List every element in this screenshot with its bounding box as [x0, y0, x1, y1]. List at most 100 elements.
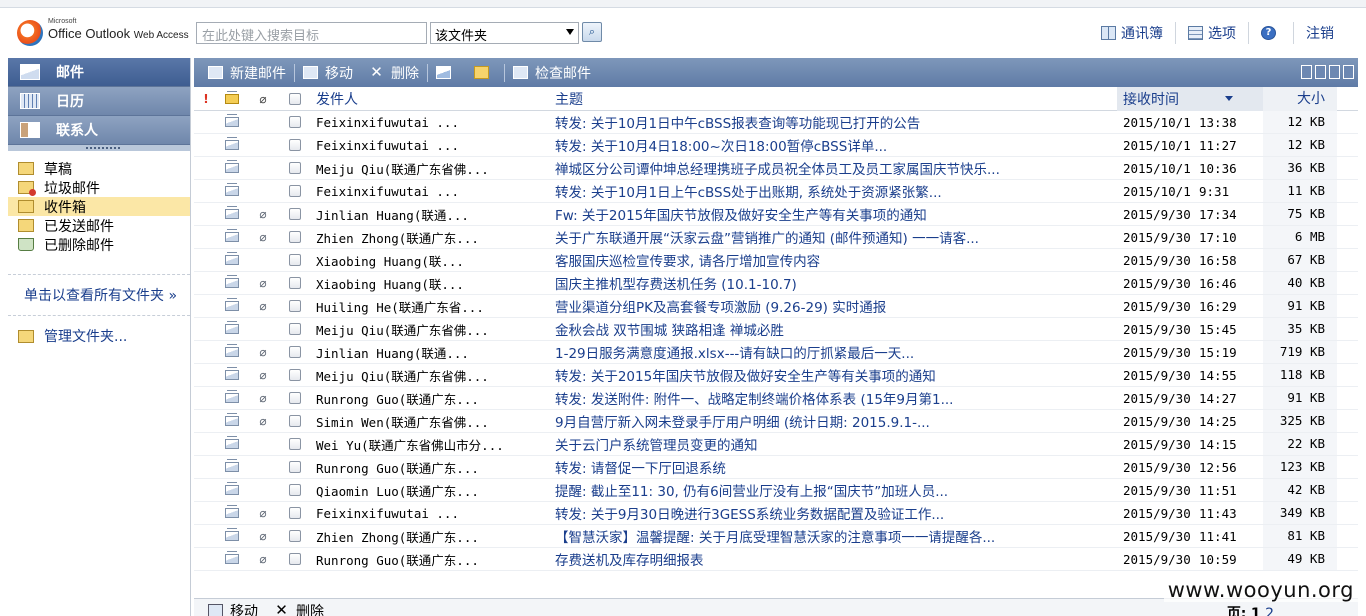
row-checkbox[interactable]: [280, 116, 310, 128]
row-checkbox[interactable]: [280, 392, 310, 404]
message-subject[interactable]: 转发: 关于2015年国庆节放假及做好安全生产等有关事项的通知: [551, 365, 1117, 385]
addressbook-link[interactable]: 通讯簿: [1089, 22, 1175, 44]
bottom-delete-button[interactable]: ✕ 删除: [266, 599, 332, 616]
next-page-icon[interactable]: [1329, 65, 1340, 79]
options-link[interactable]: 选项: [1175, 22, 1248, 44]
message-row[interactable]: Meiju Qiu(联通广东省佛... 禅城区分公司谭仲坤总经理携班子成员祝全体员…: [194, 157, 1358, 180]
message-sender[interactable]: Jinlian Huang(联通...: [310, 343, 551, 362]
folder-deleted[interactable]: 已删除邮件: [8, 235, 190, 254]
new-mail-button[interactable]: 新建邮件: [200, 58, 294, 87]
message-sender[interactable]: Jinlian Huang(联通...: [310, 205, 551, 224]
column-subject[interactable]: 主题: [551, 89, 1117, 109]
message-row[interactable]: Wei Yu(联通广东省佛山市分... 关于云门户系统管理员变更的通知 2015/9…: [194, 433, 1358, 456]
message-row[interactable]: ⌀ Jinlian Huang(联通... 1-29日服务满意度通报.xlsx---…: [194, 341, 1358, 364]
bottom-move-button[interactable]: 移动: [200, 599, 266, 616]
row-checkbox[interactable]: [280, 415, 310, 427]
message-sender[interactable]: Feixinxifuwutai ...: [310, 184, 551, 199]
row-checkbox[interactable]: [280, 231, 310, 243]
message-subject[interactable]: Fw: 关于2015年国庆节放假及做好安全生产等有关事项的通知: [551, 204, 1117, 224]
check-mail-button[interactable]: 检查邮件: [505, 58, 599, 87]
message-sender[interactable]: Feixinxifuwutai ...: [310, 115, 551, 130]
row-checkbox[interactable]: [280, 438, 310, 450]
page-link[interactable]: 2: [1265, 606, 1274, 616]
message-subject[interactable]: 转发: 发送附件: 附件一、战略定制终端价格体系表 (15年9月第1...: [551, 388, 1117, 408]
attachment-column-icon[interactable]: ⌀: [246, 92, 280, 106]
message-subject[interactable]: 1-29日服务满意度通报.xlsx---请有缺口的厅抓紧最后一天...: [551, 342, 1117, 362]
type-column[interactable]: [218, 90, 246, 104]
message-row[interactable]: ⌀ Feixinxifuwutai ... 转发: 关于9月30日晚进行3GESS系…: [194, 502, 1358, 525]
module-calendar[interactable]: 日历: [8, 87, 190, 116]
row-checkbox[interactable]: [280, 139, 310, 151]
message-row[interactable]: Meiju Qiu(联通广东省佛... 金秋会战 双节围城 狭路相逢 禅城必胜 20…: [194, 318, 1358, 341]
importance-column-icon[interactable]: !: [194, 92, 218, 106]
message-sender[interactable]: Zhien Zhong(联通广东...: [310, 527, 551, 546]
message-sender[interactable]: Runrong Guo(联通广东...: [310, 458, 551, 477]
message-row[interactable]: ⌀ Simin Wen(联通广东省佛... 9月自营厅新入网未登录手厅用户明细 (统…: [194, 410, 1358, 433]
message-row[interactable]: Feixinxifuwutai ... 转发: 关于10月4日18:00~次日18…: [194, 134, 1358, 157]
message-subject[interactable]: 关于广东联通开展“沃家云盘”营销推广的通知 (邮件预通知) 一一请客...: [551, 227, 1117, 247]
message-subject[interactable]: 国庆主推机型存费送机任务 (10.1-10.7): [551, 273, 1117, 293]
message-row[interactable]: Runrong Guo(联通广东... 转发: 请督促一下厅回退系统 2015/9/…: [194, 456, 1358, 479]
message-subject[interactable]: 转发: 关于10月1日上午cBSS处于出账期, 系统处于资源紧张繁...: [551, 181, 1117, 201]
message-subject[interactable]: 营业渠道分组PK及高套餐专项激励 (9.26-29) 实时通报: [551, 296, 1117, 316]
row-checkbox[interactable]: [280, 530, 310, 542]
folder-inbox[interactable]: 收件箱: [8, 197, 190, 216]
message-sender[interactable]: Runrong Guo(联通广东...: [310, 389, 551, 408]
sidebar-resize-grip[interactable]: [8, 145, 190, 151]
message-sender[interactable]: Xiaobing Huang(联...: [310, 251, 551, 270]
message-sender[interactable]: Wei Yu(联通广东省佛山市分...: [310, 435, 551, 454]
message-subject[interactable]: 金秋会战 双节围城 狭路相逢 禅城必胜: [551, 319, 1117, 339]
message-subject[interactable]: 禅城区分公司谭仲坤总经理携班子成员祝全体员工及员工家属国庆节快乐...: [551, 158, 1117, 178]
delete-button[interactable]: ✕ 删除: [361, 58, 427, 87]
select-all-checkbox[interactable]: [280, 92, 310, 105]
mark-unread-button[interactable]: [466, 58, 504, 87]
prev-page-icon[interactable]: [1315, 65, 1326, 79]
message-row[interactable]: ⌀ Meiju Qiu(联通广东省佛... 转发: 关于2015年国庆节放假及做好安…: [194, 364, 1358, 387]
message-subject[interactable]: 客服国庆巡检宣传要求, 请各厅增加宣传内容: [551, 250, 1117, 270]
message-subject[interactable]: 转发: 关于10月1日中午cBSS报表查询等功能现已打开的公告: [551, 112, 1117, 132]
message-row[interactable]: ⌀ Zhien Zhong(联通广东... 【智慧沃家】温馨提醒: 关于月底受理智慧…: [194, 525, 1358, 548]
row-checkbox[interactable]: [280, 369, 310, 381]
message-row[interactable]: ⌀ Huiling He(联通广东省... 营业渠道分组PK及高套餐专项激励 (9.…: [194, 295, 1358, 318]
column-size[interactable]: 大小: [1263, 86, 1337, 111]
message-sender[interactable]: Meiju Qiu(联通广东省佛...: [310, 320, 551, 339]
message-subject[interactable]: 【智慧沃家】温馨提醒: 关于月底受理智慧沃家的注意事项一一请提醒各...: [551, 526, 1117, 546]
move-button[interactable]: 移动: [295, 58, 361, 87]
message-sender[interactable]: Feixinxifuwutai ...: [310, 138, 551, 153]
row-checkbox[interactable]: [280, 507, 310, 519]
message-subject[interactable]: 9月自营厅新入网未登录手厅用户明细 (统计日期: 2015.9.1-...: [551, 411, 1117, 431]
search-input[interactable]: 在此处键入搜索目标: [196, 22, 427, 44]
column-from[interactable]: 发件人: [310, 89, 551, 109]
message-sender[interactable]: Xiaobing Huang(联...: [310, 274, 551, 293]
row-checkbox[interactable]: [280, 484, 310, 496]
folder-sent[interactable]: 已发送邮件: [8, 216, 190, 235]
view-all-folders-link[interactable]: 单击以查看所有文件夹 »: [8, 275, 190, 315]
message-sender[interactable]: Zhien Zhong(联通广东...: [310, 228, 551, 247]
message-row[interactable]: ⌀ Xiaobing Huang(联... 国庆主推机型存费送机任务 (10.1-1…: [194, 272, 1358, 295]
logout-link[interactable]: 注销: [1293, 22, 1346, 44]
message-row[interactable]: Xiaobing Huang(联... 客服国庆巡检宣传要求, 请各厅增加宣传内容…: [194, 249, 1358, 272]
message-row[interactable]: Qiaomin Luo(联通广东... 提醒: 截止至11: 30, 仍有6间营业…: [194, 479, 1358, 502]
help-button[interactable]: ?: [1248, 22, 1293, 44]
folder-junk[interactable]: 垃圾邮件: [8, 178, 190, 197]
message-subject[interactable]: 关于云门户系统管理员变更的通知: [551, 434, 1117, 454]
row-checkbox[interactable]: [280, 277, 310, 289]
last-page-icon[interactable]: [1343, 65, 1354, 79]
row-checkbox[interactable]: [280, 461, 310, 473]
row-checkbox[interactable]: [280, 162, 310, 174]
message-sender[interactable]: Qiaomin Luo(联通广东...: [310, 481, 551, 500]
first-page-icon[interactable]: [1301, 65, 1312, 79]
message-subject[interactable]: 转发: 关于10月4日18:00~次日18:00暂停cBSS详单...: [551, 135, 1117, 155]
row-checkbox[interactable]: [280, 208, 310, 220]
row-checkbox[interactable]: [280, 185, 310, 197]
message-subject[interactable]: 提醒: 截止至11: 30, 仍有6间营业厅没有上报“国庆节”加班人员...: [551, 480, 1117, 500]
message-sender[interactable]: Meiju Qiu(联通广东省佛...: [310, 366, 551, 385]
row-checkbox[interactable]: [280, 346, 310, 358]
manage-folders-link[interactable]: 管理文件夹...: [8, 316, 190, 356]
message-row[interactable]: Feixinxifuwutai ... 转发: 关于10月1日上午cBSS处于出账…: [194, 180, 1358, 203]
row-checkbox[interactable]: [280, 254, 310, 266]
message-row[interactable]: Feixinxifuwutai ... 转发: 关于10月1日中午cBSS报表查询…: [194, 111, 1358, 134]
row-checkbox[interactable]: [280, 323, 310, 335]
module-mail[interactable]: 邮件: [8, 58, 190, 87]
message-subject[interactable]: 转发: 请督促一下厅回退系统: [551, 457, 1117, 477]
